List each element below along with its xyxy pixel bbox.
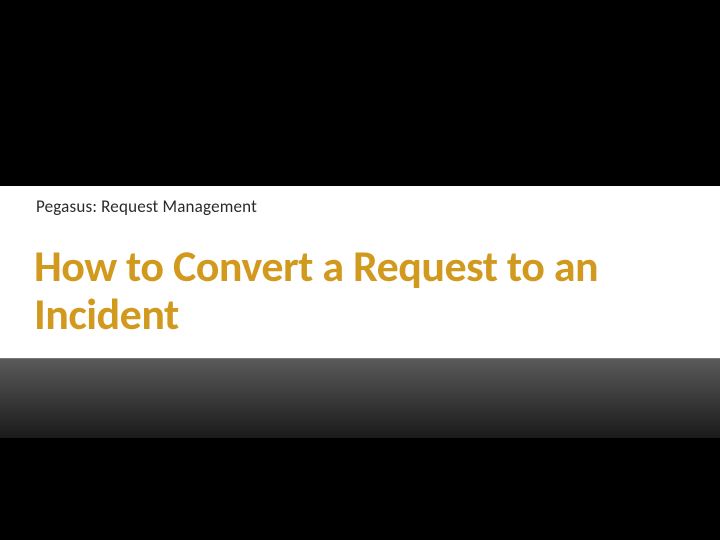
bottom-area [0, 438, 720, 540]
gradient-band [0, 358, 720, 438]
slide-title: How to Convert a Request to an Incident [34, 242, 680, 339]
slide-subtitle: Pegasus: Request Management [36, 196, 257, 217]
slide: Pegasus: Request Management How to Conve… [0, 0, 720, 540]
